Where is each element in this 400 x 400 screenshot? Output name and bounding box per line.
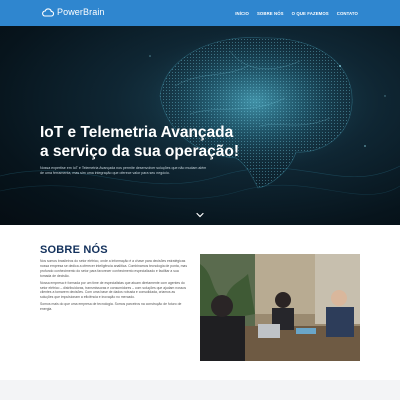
team-meeting-illustration (200, 254, 360, 361)
nav-link-sobre-nos[interactable]: SOBRE NÓS (257, 11, 284, 16)
about-paragraph: Nossa empresa é formada por um time de e… (40, 280, 187, 300)
team-meeting-photo (200, 254, 360, 361)
hero-description: Nossa expertise em IoT e Telemetria Avan… (40, 166, 207, 175)
hero-section: IoT e Telemetria Avançada a serviço da s… (0, 26, 400, 225)
nav-link-contato[interactable]: CONTATO (337, 11, 358, 16)
about-title: SOBRE NÓS (40, 244, 108, 256)
brand-logo[interactable]: PowerBrain (42, 7, 105, 17)
about-paragraph: Nos somos brasileiros do setor elétrico,… (40, 259, 188, 278)
nav-link-inicio[interactable]: INÍCIO (235, 11, 249, 16)
chevron-down-icon[interactable] (196, 212, 204, 218)
about-text: Nos somos brasileiros do setor elétrico,… (40, 259, 188, 314)
brand-name: PowerBrain (57, 7, 105, 17)
cloud-icon (42, 7, 54, 17)
about-section: SOBRE NÓS Nos somos brasileiros do setor… (0, 225, 400, 380)
about-paragraph: Somos mais do que uma empresa de tecnolo… (40, 302, 182, 312)
top-navbar: PowerBrain INÍCIO SOBRE NÓS O QUE FAZEMO… (0, 0, 400, 26)
nav-link-o-que-fazemos[interactable]: O QUE FAZEMOS (292, 11, 329, 16)
main-menu: INÍCIO SOBRE NÓS O QUE FAZEMOS CONTATO (227, 0, 358, 26)
next-section-strip (0, 380, 400, 400)
hero-title: IoT e Telemetria Avançada a serviço da s… (40, 124, 240, 160)
